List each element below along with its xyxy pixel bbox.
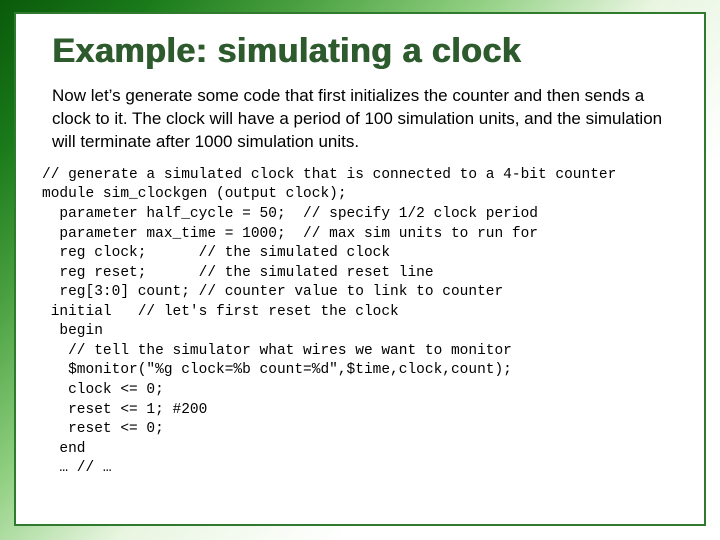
slide-background: Example: simulating a clock Now let’s ge…: [0, 0, 720, 540]
slide-card: Example: simulating a clock Now let’s ge…: [14, 12, 706, 526]
code-block: // generate a simulated clock that is co…: [42, 166, 678, 479]
intro-paragraph: Now let’s generate some code that first …: [52, 85, 678, 154]
slide-title: Example: simulating a clock: [52, 32, 678, 71]
